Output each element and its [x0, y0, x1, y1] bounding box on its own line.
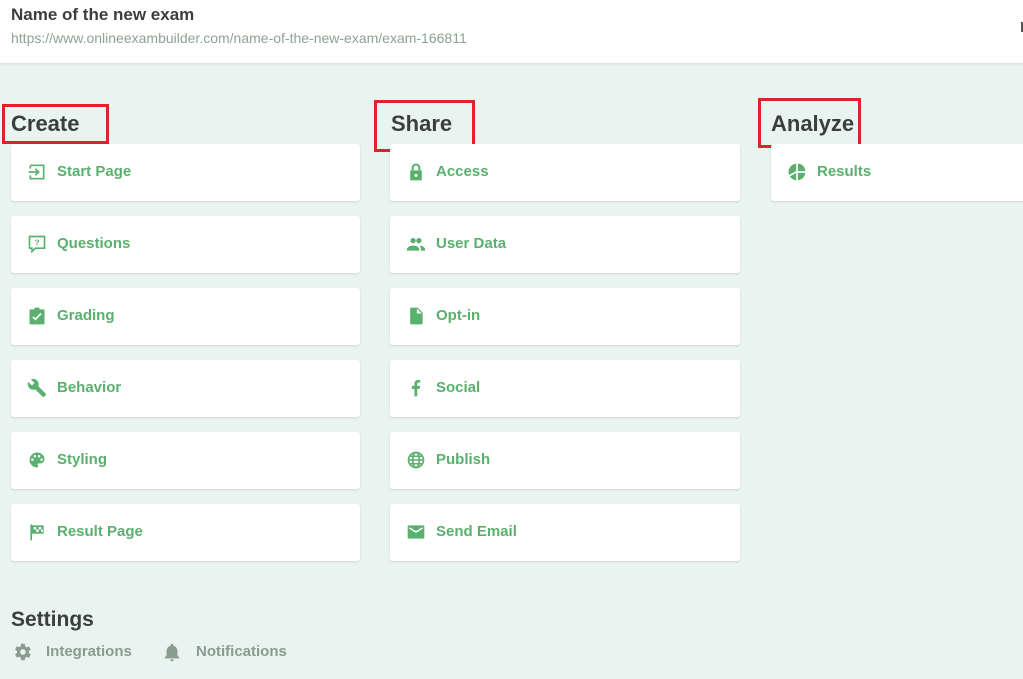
share-section-title: Share — [391, 111, 453, 136]
lock-icon — [406, 162, 426, 182]
notifications-link[interactable]: Notifications — [161, 641, 296, 663]
exam-title: Name of the new exam — [11, 5, 195, 24]
publish-card[interactable]: Publish — [390, 432, 740, 489]
results-label: Results — [817, 163, 872, 180]
checkered-flag-icon — [27, 522, 47, 542]
access-label: Access — [436, 163, 489, 180]
exam-url[interactable]: https://www.onlineexambuilder.com/name-o… — [11, 30, 467, 46]
clipboard-check-icon — [27, 306, 47, 326]
styling-card[interactable]: Styling — [11, 432, 360, 489]
results-card[interactable]: Results — [771, 144, 1023, 201]
mail-icon — [406, 522, 426, 542]
questions-label: Questions — [57, 235, 131, 252]
palette-icon — [27, 450, 47, 470]
result-page-card[interactable]: Result Page — [11, 504, 360, 561]
social-label: Social — [436, 379, 481, 396]
user-data-label: User Data — [436, 235, 507, 252]
analyze-section-title: Analyze — [771, 111, 855, 136]
start-page-card[interactable]: Start Page — [11, 144, 360, 201]
result-page-label: Result Page — [57, 523, 143, 540]
access-card[interactable]: Access — [390, 144, 740, 201]
svg-text:?: ? — [34, 238, 39, 248]
grading-label: Grading — [57, 307, 115, 324]
integrations-label: Integrations — [46, 643, 132, 660]
exam-header: Name of the new exam https://www.onlinee… — [0, 0, 1023, 64]
file-icon — [406, 306, 426, 326]
gear-icon — [11, 641, 33, 663]
wrench-icon — [27, 378, 47, 398]
opt-in-card[interactable]: Opt-in — [390, 288, 740, 345]
question-bubble-icon: ? — [27, 234, 47, 254]
facebook-icon — [406, 378, 426, 398]
behavior-label: Behavior — [57, 379, 122, 396]
user-data-card[interactable]: User Data — [390, 216, 740, 273]
publish-label: Publish — [436, 451, 491, 468]
opt-in-label: Opt-in — [436, 307, 481, 324]
users-icon — [406, 234, 426, 254]
styling-label: Styling — [57, 451, 108, 468]
questions-card[interactable]: ? Questions — [11, 216, 360, 273]
social-card[interactable]: Social — [390, 360, 740, 417]
send-email-card[interactable]: Send Email — [390, 504, 740, 561]
notifications-label: Notifications — [196, 643, 287, 660]
start-page-label: Start Page — [57, 163, 132, 180]
behavior-card[interactable]: Behavior — [11, 360, 360, 417]
grading-card[interactable]: Grading — [11, 288, 360, 345]
create-section-title: Create — [11, 111, 80, 136]
pie-chart-icon — [787, 162, 807, 182]
integrations-link[interactable]: Integrations — [11, 641, 141, 663]
bell-icon — [161, 641, 183, 663]
send-email-label: Send Email — [436, 523, 517, 540]
login-icon — [27, 162, 47, 182]
globe-icon — [406, 450, 426, 470]
settings-section-title: Settings — [11, 608, 94, 631]
